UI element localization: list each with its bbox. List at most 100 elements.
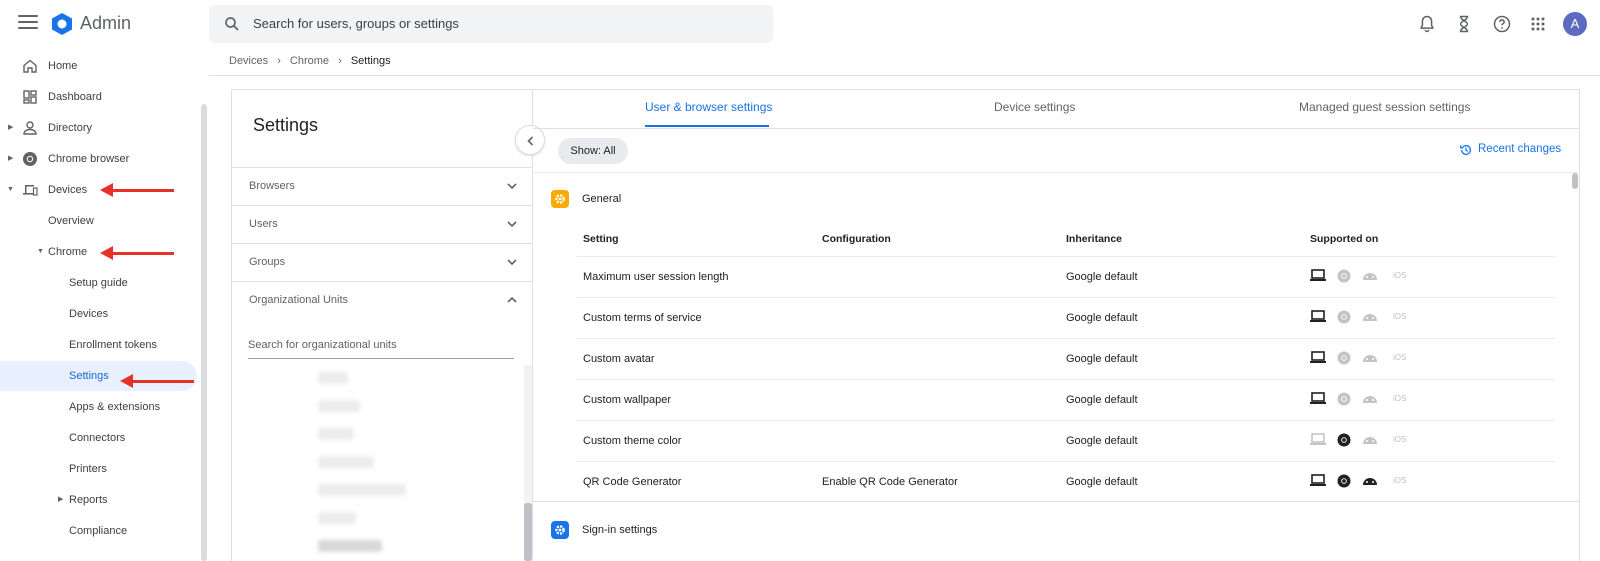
search-icon <box>225 17 239 31</box>
laptop-icon <box>1310 310 1326 322</box>
android-icon <box>1363 273 1377 280</box>
caret-right-icon: ▶ <box>58 496 64 503</box>
ios-label: iOS <box>1393 476 1407 485</box>
breadcrumb-chrome[interactable]: Chrome <box>290 55 329 67</box>
ou-tree-item[interactable] <box>318 484 406 496</box>
devices-icon <box>23 185 38 196</box>
ou-tree-item[interactable] <box>318 456 374 468</box>
sidebar-scrollbar[interactable] <box>201 104 207 561</box>
chevron-right-icon: › <box>338 55 342 67</box>
sidebar-item-dashboard[interactable]: Dashboard <box>0 82 197 112</box>
chrome-icon <box>1337 474 1351 488</box>
caret-right-icon: ▶ <box>8 124 14 131</box>
content-scrollbar-thumb[interactable] <box>1572 173 1578 189</box>
annotation-arrow <box>120 374 194 388</box>
setting-name: QR Code Generator <box>583 476 682 488</box>
android-icon <box>1363 355 1377 362</box>
caret-right-icon: ▶ <box>8 155 14 162</box>
ios-label: iOS <box>1393 394 1407 403</box>
table-row[interactable]: Maximum user session length Google defau… <box>577 256 1555 297</box>
sidebar-label: Dashboard <box>48 91 102 103</box>
sidebar-item-settings[interactable]: Settings <box>0 361 197 391</box>
breadcrumb: Devices › Chrome › Settings <box>229 55 397 67</box>
hourglass-tasks-icon[interactable] <box>1454 14 1474 34</box>
sidebar-item-compliance[interactable]: Compliance <box>0 516 197 546</box>
setting-inheritance: Google default <box>1066 476 1138 488</box>
caret-down-icon: ▼ <box>7 186 14 193</box>
setting-inheritance: Google default <box>1066 435 1138 447</box>
tab-user-browser-settings[interactable]: User & browser settings <box>645 100 772 114</box>
annotation-arrow <box>100 246 174 260</box>
breadcrumb-devices[interactable]: Devices <box>229 55 268 67</box>
sidebar-item-overview[interactable]: Overview <box>0 206 197 236</box>
sidebar-label: Connectors <box>69 432 126 444</box>
ios-label: iOS <box>1393 271 1407 280</box>
table-row[interactable]: Custom wallpaper Google default iOS <box>577 379 1555 420</box>
setting-inheritance: Google default <box>1066 271 1138 283</box>
ou-tree-item[interactable] <box>318 428 354 440</box>
active-tab-indicator <box>645 125 769 127</box>
breadcrumb-settings: Settings <box>350 55 391 67</box>
setting-inheritance: Google default <box>1066 394 1138 406</box>
tab-device-settings[interactable]: Device settings <box>994 100 1075 114</box>
person-icon <box>23 121 37 135</box>
show-all-filter-chip[interactable]: Show: All <box>558 138 628 164</box>
avatar[interactable]: A <box>1563 12 1587 36</box>
sidebar-item-home[interactable]: Home <box>0 51 197 81</box>
sidebar-label: Setup guide <box>69 277 128 289</box>
table-row[interactable]: Custom theme color Google default iOS <box>577 420 1555 461</box>
history-icon[interactable] <box>1459 143 1473 157</box>
setting-name: Custom avatar <box>583 353 655 365</box>
sidebar-item-chrome-browser[interactable]: ▶ Chrome browser <box>0 144 197 174</box>
help-icon[interactable] <box>1492 14 1512 34</box>
sidebar-label: Enrollment tokens <box>69 339 158 351</box>
search-input[interactable]: Search for users, groups or settings <box>253 16 459 31</box>
sidebar-label: Devices <box>69 308 109 320</box>
accordion-label: Groups <box>249 256 286 268</box>
ou-tree-item[interactable] <box>318 512 356 524</box>
sidebar-item-chrome-devices[interactable]: Devices <box>0 299 197 329</box>
chrome-icon <box>1337 310 1351 324</box>
chevron-down-icon <box>507 259 517 266</box>
table-row[interactable]: QR Code Generator Enable QR Code Generat… <box>577 461 1555 502</box>
ou-scrollbar-thumb[interactable] <box>524 503 532 561</box>
ou-tree-item[interactable] <box>318 400 360 412</box>
sidebar-item-printers[interactable]: Printers <box>0 454 197 484</box>
accordion-users[interactable]: Users <box>232 205 532 243</box>
ou-tree-item[interactable] <box>318 372 348 384</box>
app-title[interactable]: Admin <box>80 13 131 34</box>
chrome-icon <box>1337 351 1351 365</box>
sidebar-item-reports[interactable]: ▶ Reports <box>0 485 197 515</box>
sign-in-gear-icon <box>551 521 569 539</box>
sidebar-item-connectors[interactable]: Connectors <box>0 423 197 453</box>
sidebar-item-apps-extensions[interactable]: Apps & extensions <box>0 392 197 422</box>
android-icon <box>1363 314 1377 321</box>
settings-panel-title: Settings <box>253 115 319 135</box>
sidebar-item-directory[interactable]: ▶ Directory <box>0 113 197 143</box>
setting-inheritance: Google default <box>1066 353 1138 365</box>
divider <box>533 172 1580 173</box>
search-bar[interactable]: Search for users, groups or settings <box>209 5 773 43</box>
tab-managed-guest-session-settings[interactable]: Managed guest session settings <box>1299 100 1470 114</box>
recent-changes-link[interactable]: Recent changes <box>1478 143 1561 155</box>
ou-search-input[interactable]: Search for organizational units <box>248 333 514 359</box>
sidebar-item-setup-guide[interactable]: Setup guide <box>0 268 197 298</box>
android-icon <box>1363 478 1377 485</box>
accordion-organizational-units[interactable]: Organizational Units <box>232 281 532 319</box>
home-icon <box>23 59 37 73</box>
section-title-general[interactable]: General <box>582 193 621 205</box>
column-header-supported-on: Supported on <box>1310 233 1379 245</box>
notifications-bell-icon[interactable] <box>1417 14 1437 34</box>
sidebar-item-enrollment-tokens[interactable]: Enrollment tokens <box>0 330 197 360</box>
apps-grid-icon[interactable] <box>1528 14 1548 34</box>
annotation-arrow <box>100 183 174 197</box>
table-row[interactable]: Custom avatar Google default iOS <box>577 338 1555 379</box>
general-gear-icon <box>551 190 569 208</box>
section-title-sign-in-settings[interactable]: Sign-in settings <box>582 524 657 536</box>
ou-tree-item[interactable] <box>318 540 382 552</box>
main-menu-button[interactable] <box>18 15 38 31</box>
table-row[interactable]: Custom terms of service Google default i… <box>577 297 1555 338</box>
chrome-icon <box>1337 269 1351 283</box>
accordion-groups[interactable]: Groups <box>232 243 532 281</box>
accordion-browsers[interactable]: Browsers <box>232 167 532 205</box>
